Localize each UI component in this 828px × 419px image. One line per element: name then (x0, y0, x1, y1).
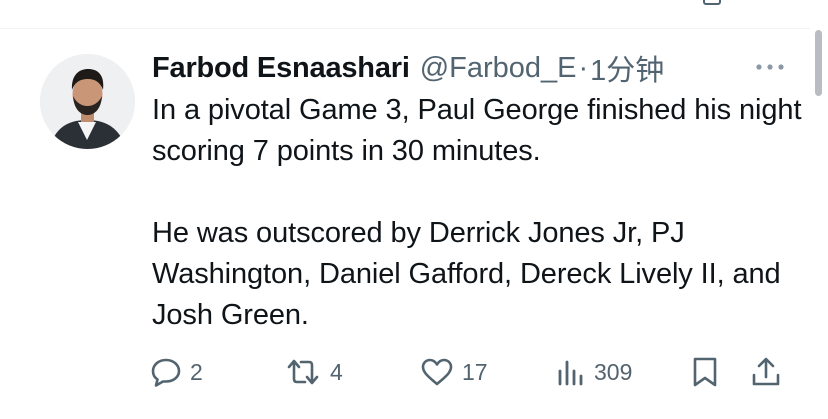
like-count: 17 (462, 358, 488, 385)
avatar[interactable] (40, 54, 135, 149)
bookmark-icon (693, 357, 717, 387)
like-button[interactable]: 17 (420, 350, 488, 394)
bookmark-button[interactable] (690, 350, 720, 394)
tweet-page: Farbod Esnaashari @Farbod_E · 1分钟 In a p… (0, 0, 828, 419)
views-button[interactable]: 309 (556, 350, 632, 394)
heart-icon (421, 358, 453, 386)
tweet-text: In a pivotal Game 3, Paul George finishe… (152, 94, 802, 331)
tweet-header: Farbod Esnaashari @Farbod_E · 1分钟 (152, 47, 664, 89)
author-name[interactable]: Farbod Esnaashari (152, 52, 410, 85)
reply-count: 2 (190, 358, 203, 385)
share-upload-icon (752, 357, 780, 386)
timestamp[interactable]: 1分钟 (590, 47, 664, 89)
separator-dot: · (578, 51, 589, 84)
previous-tweet-action-icon[interactable] (703, 0, 721, 5)
author-handle[interactable]: @Farbod_E (420, 52, 577, 85)
share-button[interactable] (750, 350, 782, 394)
divider (0, 28, 810, 29)
scrollbar[interactable] (815, 30, 822, 96)
retweet-count: 4 (330, 358, 343, 385)
speech-bubble-icon (151, 358, 181, 387)
views-count: 309 (594, 358, 633, 385)
action-bar: 2 4 17 309 (0, 350, 828, 394)
reply-button[interactable]: 2 (150, 350, 203, 394)
more-horizontal-icon (756, 64, 784, 70)
retweet-arrows-icon (287, 359, 319, 385)
retweet-button[interactable]: 4 (284, 350, 343, 394)
more-button[interactable] (752, 56, 788, 78)
bar-chart-icon (558, 360, 583, 386)
avatar-portrait-icon (40, 54, 135, 149)
